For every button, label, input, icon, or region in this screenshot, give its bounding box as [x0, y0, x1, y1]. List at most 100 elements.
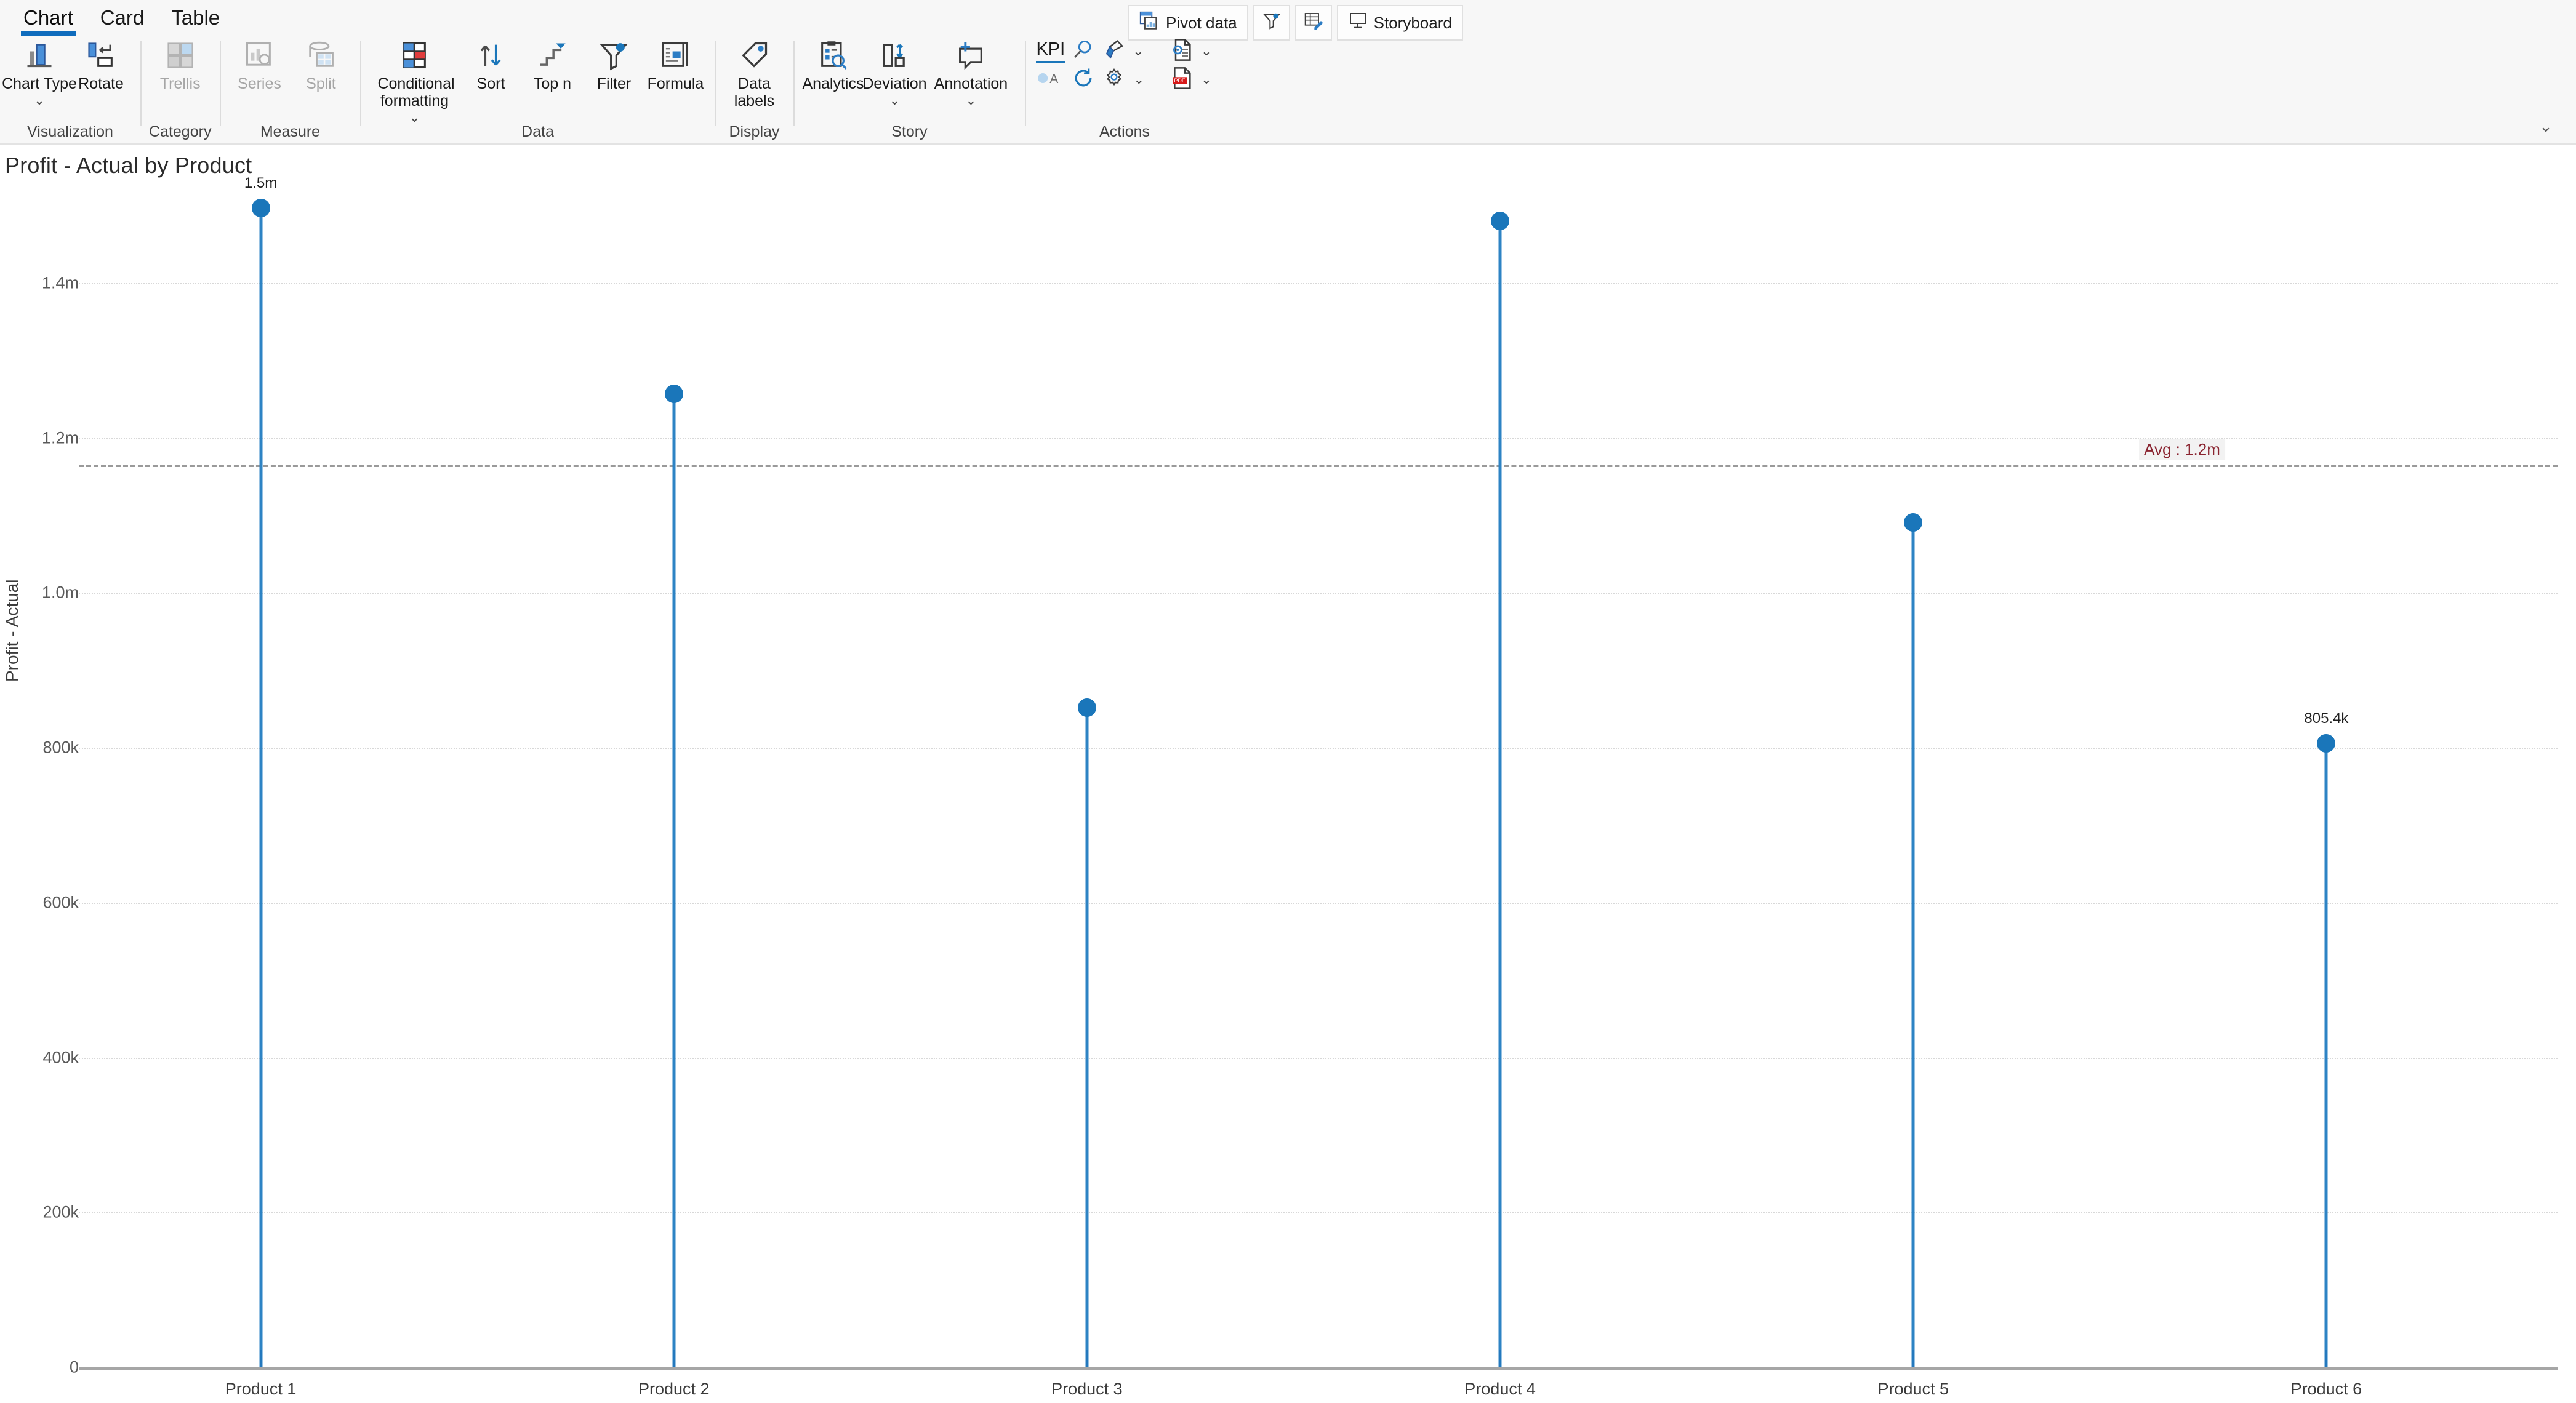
chevron-down-icon[interactable]: ⌄ [1197, 72, 1216, 87]
chart-data-point[interactable] [1077, 698, 1096, 717]
storyboard-button[interactable]: Storyboard [1336, 5, 1463, 41]
deviation-label: Deviation [862, 75, 927, 92]
bubble-label-button[interactable]: A [1033, 66, 1068, 93]
funnel-filter-icon [1262, 11, 1282, 35]
top-n-button[interactable]: Top n [521, 34, 583, 92]
kpi-button[interactable]: KPI [1033, 38, 1067, 65]
chevron-down-icon[interactable]: ⌄ [889, 94, 900, 107]
series-chart-icon [243, 38, 275, 73]
y-gridline [79, 283, 2558, 284]
chart-stem[interactable] [1085, 707, 1089, 1367]
annotation-button[interactable]: Annotation ⌄ [925, 34, 1016, 107]
tab-card[interactable]: Card [87, 2, 158, 36]
chart-data-point[interactable] [1904, 513, 1923, 532]
ribbon-group-measure: Series Split Measure [220, 34, 360, 145]
x-axis-category-label: Product 2 [638, 1380, 710, 1398]
chart-data-point[interactable] [251, 198, 270, 217]
pivot-data-label: Pivot data [1166, 13, 1237, 32]
chart-type-button[interactable]: Chart Type ⌄ [2, 34, 77, 107]
top-n-icon [536, 38, 568, 73]
chevron-down-icon[interactable]: ⌄ [409, 111, 420, 124]
search-button[interactable] [1067, 38, 1098, 65]
paint-brush-button[interactable] [1098, 38, 1129, 65]
svg-text:PDF: PDF [1174, 78, 1186, 84]
chart-stem[interactable] [672, 393, 676, 1367]
group-label-actions: Actions [1099, 123, 1150, 140]
filter-label: Filter [596, 75, 632, 92]
group-label-visualization: Visualization [27, 123, 113, 140]
edit-table-button[interactable] [1294, 5, 1332, 41]
annotation-add-icon [955, 38, 987, 73]
chart-stem[interactable] [259, 207, 263, 1367]
export-document-button[interactable] [1166, 38, 1197, 65]
data-label-tag-icon [738, 38, 770, 73]
trellis-button: Trellis [150, 34, 211, 92]
chevron-down-icon[interactable]: ⌄ [1129, 44, 1147, 59]
quick-filter-button[interactable] [1253, 5, 1290, 41]
x-axis-tick-mark [673, 1350, 675, 1367]
chart-data-point[interactable] [664, 384, 683, 403]
series-label: Series [238, 75, 281, 92]
chart-stem[interactable] [1498, 221, 1502, 1367]
x-axis-tick-mark [260, 1350, 262, 1367]
deviation-icon [878, 38, 910, 73]
tab-chart[interactable]: Chart [10, 2, 87, 36]
chart-data-point[interactable] [1491, 212, 1510, 231]
bar-chart-icon [23, 38, 55, 73]
bubble-label-A-icon: A [1036, 68, 1065, 91]
formula-button[interactable]: Formula [644, 34, 706, 92]
rotate-label: Rotate [78, 75, 124, 92]
paint-brush-icon [1102, 38, 1125, 65]
x-axis-category-label: Product 4 [1464, 1380, 1536, 1398]
conditional-formatting-button[interactable]: Conditional formatting ⌄ [369, 34, 460, 124]
series-button: Series [228, 34, 290, 92]
kpi-icon: KPI [1036, 39, 1065, 63]
chart-stem[interactable] [2324, 743, 2328, 1367]
page-title: Profit - Actual by Product [5, 153, 252, 178]
collapse-ribbon-button[interactable]: ⌄ [2529, 113, 2562, 140]
y-axis-title: Profit - Actual [2, 579, 22, 682]
funnel-filter-icon [598, 38, 630, 73]
settings-button[interactable] [1099, 66, 1130, 93]
export-doc-row: ⌄ [1166, 37, 1216, 65]
y-gridline [79, 1212, 2558, 1214]
analytics-button[interactable]: Analytics [802, 34, 864, 92]
chevron-down-icon[interactable]: ⌄ [965, 94, 976, 107]
annotation-label: Annotation [934, 75, 1008, 92]
export-document-icon [1170, 38, 1194, 65]
conditional-formatting-icon [398, 38, 430, 73]
x-axis-tick-mark [1086, 1350, 1088, 1367]
ribbon-group-story: Analytics Deviation ⌄ Annotation ⌄ Story [793, 34, 1025, 145]
ribbon-group-data: Conditional formatting ⌄ Sort Top n Filt… [360, 34, 715, 145]
chevron-down-icon[interactable]: ⌄ [1130, 72, 1148, 87]
top-n-label: Top n [533, 75, 572, 92]
y-gridline [79, 593, 2558, 594]
analytics-clipboard-icon [817, 38, 849, 73]
y-gridline [79, 748, 2558, 749]
chart-stem[interactable] [1911, 522, 1915, 1367]
storyboard-icon [1348, 11, 1368, 35]
chevron-down-icon[interactable]: ⌄ [1197, 44, 1216, 59]
chart-data-point[interactable] [2317, 734, 2336, 753]
export-pdf-button[interactable]: PDF [1166, 66, 1197, 93]
x-axis-category-label: Product 1 [225, 1380, 297, 1398]
ribbon-group-visualization: Chart Type ⌄ Rotate Visualization [0, 34, 140, 145]
x-axis-baseline [79, 1367, 2558, 1370]
tab-card-label: Card [100, 6, 145, 29]
group-label-measure: Measure [260, 123, 321, 140]
y-axis-tick-label: 1.0m [41, 583, 79, 602]
sort-button[interactable]: Sort [460, 34, 521, 92]
settings-gear-icon [1102, 66, 1126, 93]
deviation-button[interactable]: Deviation ⌄ [862, 34, 927, 107]
tab-table[interactable]: Table [158, 2, 233, 36]
split-label: Split [306, 75, 336, 92]
y-axis-tick-label: 1.4m [41, 273, 79, 292]
conditional-formatting-label: Conditional formatting [377, 75, 455, 110]
data-labels-button[interactable]: Data labels [723, 34, 785, 110]
filter-button[interactable]: Filter [583, 34, 644, 92]
chevron-down-icon[interactable]: ⌄ [34, 94, 45, 107]
tab-chart-label: Chart [23, 6, 73, 29]
refresh-button[interactable] [1068, 66, 1099, 93]
rotate-button[interactable]: Rotate [70, 34, 132, 92]
storyboard-label: Storyboard [1373, 13, 1452, 32]
